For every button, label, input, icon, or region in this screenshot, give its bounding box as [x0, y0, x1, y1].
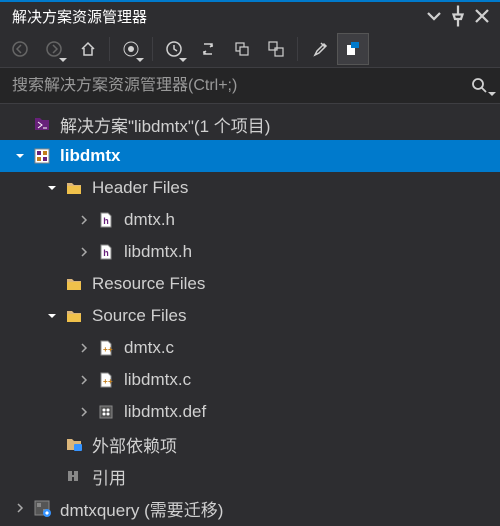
solution-icon [32, 114, 52, 134]
expand-arrow[interactable] [44, 436, 60, 452]
folder-icon [64, 306, 84, 326]
tree-label: libdmtx.c [124, 370, 191, 390]
hfile-icon: h [96, 210, 116, 230]
folder-resource-files[interactable]: Resource Files [0, 268, 500, 300]
ref-icon [64, 466, 84, 486]
project2-icon [32, 498, 52, 518]
expand-arrow[interactable] [12, 500, 28, 516]
expand-arrow[interactable] [76, 340, 92, 356]
solution-tree[interactable]: 解决方案"libdmtx"(1 个项目) libdmtx Header Files h… [0, 104, 500, 526]
expand-arrow[interactable] [76, 372, 92, 388]
expand-arrow[interactable] [44, 468, 60, 484]
svg-text:h: h [103, 216, 109, 226]
folder-icon [64, 178, 84, 198]
svg-text:+: + [108, 345, 113, 354]
cfile-icon: ++ [96, 338, 116, 358]
expand-arrow[interactable] [76, 244, 92, 260]
back-button[interactable] [4, 33, 36, 65]
folder-header-files[interactable]: Header Files [0, 172, 500, 204]
tree-label: dmtx.h [124, 210, 175, 230]
history-button[interactable] [158, 33, 190, 65]
separator [109, 37, 110, 61]
tree-label: Resource Files [92, 274, 205, 294]
sync-button[interactable] [192, 33, 224, 65]
dropdown-icon[interactable] [422, 4, 446, 28]
tree-label: 引用 [92, 464, 126, 489]
titlebar: 解决方案资源管理器 [0, 0, 500, 30]
close-icon[interactable] [470, 4, 494, 28]
ext-icon [64, 434, 84, 454]
project-dmtxquery[interactable]: dmtxquery (需要迁移) [0, 492, 500, 524]
def-icon [96, 402, 116, 422]
hfile-icon: h [96, 242, 116, 262]
svg-text:h: h [103, 248, 109, 258]
home-button[interactable] [72, 33, 104, 65]
separator [297, 37, 298, 61]
tree-label: 外部依赖项 [92, 432, 177, 457]
project-node[interactable]: libdmtx [0, 140, 500, 172]
collapse-button[interactable] [226, 33, 258, 65]
svg-text:+: + [103, 345, 108, 354]
tree-label: libdmtx [60, 146, 120, 166]
toolbar [0, 30, 500, 68]
show-all-button[interactable] [260, 33, 292, 65]
forward-button[interactable] [38, 33, 70, 65]
project-icon [32, 146, 52, 166]
preview-button[interactable] [337, 33, 369, 65]
expand-arrow[interactable] [12, 148, 28, 164]
expand-arrow[interactable] [12, 116, 28, 132]
expand-arrow[interactable] [76, 212, 92, 228]
cfile-icon: ++ [96, 370, 116, 390]
properties-button[interactable] [303, 33, 335, 65]
expand-arrow[interactable] [44, 276, 60, 292]
tree-label: 解决方案"libdmtx"(1 个项目) [60, 112, 270, 137]
tree-label: libdmtx.h [124, 242, 192, 262]
tree-label: dmtxquery (需要迁移) [60, 496, 223, 521]
tree-label: dmtx.c [124, 338, 174, 358]
svg-text:+: + [103, 377, 108, 386]
expand-arrow[interactable] [76, 404, 92, 420]
expand-arrow[interactable] [44, 308, 60, 324]
search-button[interactable] [460, 68, 500, 103]
separator [152, 37, 153, 61]
solution-node[interactable]: 解决方案"libdmtx"(1 个项目) [0, 108, 500, 140]
references[interactable]: 引用 [0, 460, 500, 492]
panel-title: 解决方案资源管理器 [12, 6, 147, 27]
pin-icon[interactable] [446, 4, 470, 28]
file-dmtx-h[interactable]: h dmtx.h [0, 204, 500, 236]
tree-label: Header Files [92, 178, 188, 198]
search-input[interactable] [0, 77, 460, 95]
folder-icon [64, 274, 84, 294]
file-dmtx-c[interactable]: ++ dmtx.c [0, 332, 500, 364]
tree-label: libdmtx.def [124, 402, 206, 422]
file-libdmtx-h[interactable]: h libdmtx.h [0, 236, 500, 268]
folder-source-files[interactable]: Source Files [0, 300, 500, 332]
search-bar [0, 68, 500, 104]
svg-text:+: + [108, 377, 113, 386]
scope-button[interactable] [115, 33, 147, 65]
file-libdmtx-def[interactable]: libdmtx.def [0, 396, 500, 428]
expand-arrow[interactable] [44, 180, 60, 196]
external-dependencies[interactable]: 外部依赖项 [0, 428, 500, 460]
file-libdmtx-c[interactable]: ++ libdmtx.c [0, 364, 500, 396]
tree-label: Source Files [92, 306, 186, 326]
